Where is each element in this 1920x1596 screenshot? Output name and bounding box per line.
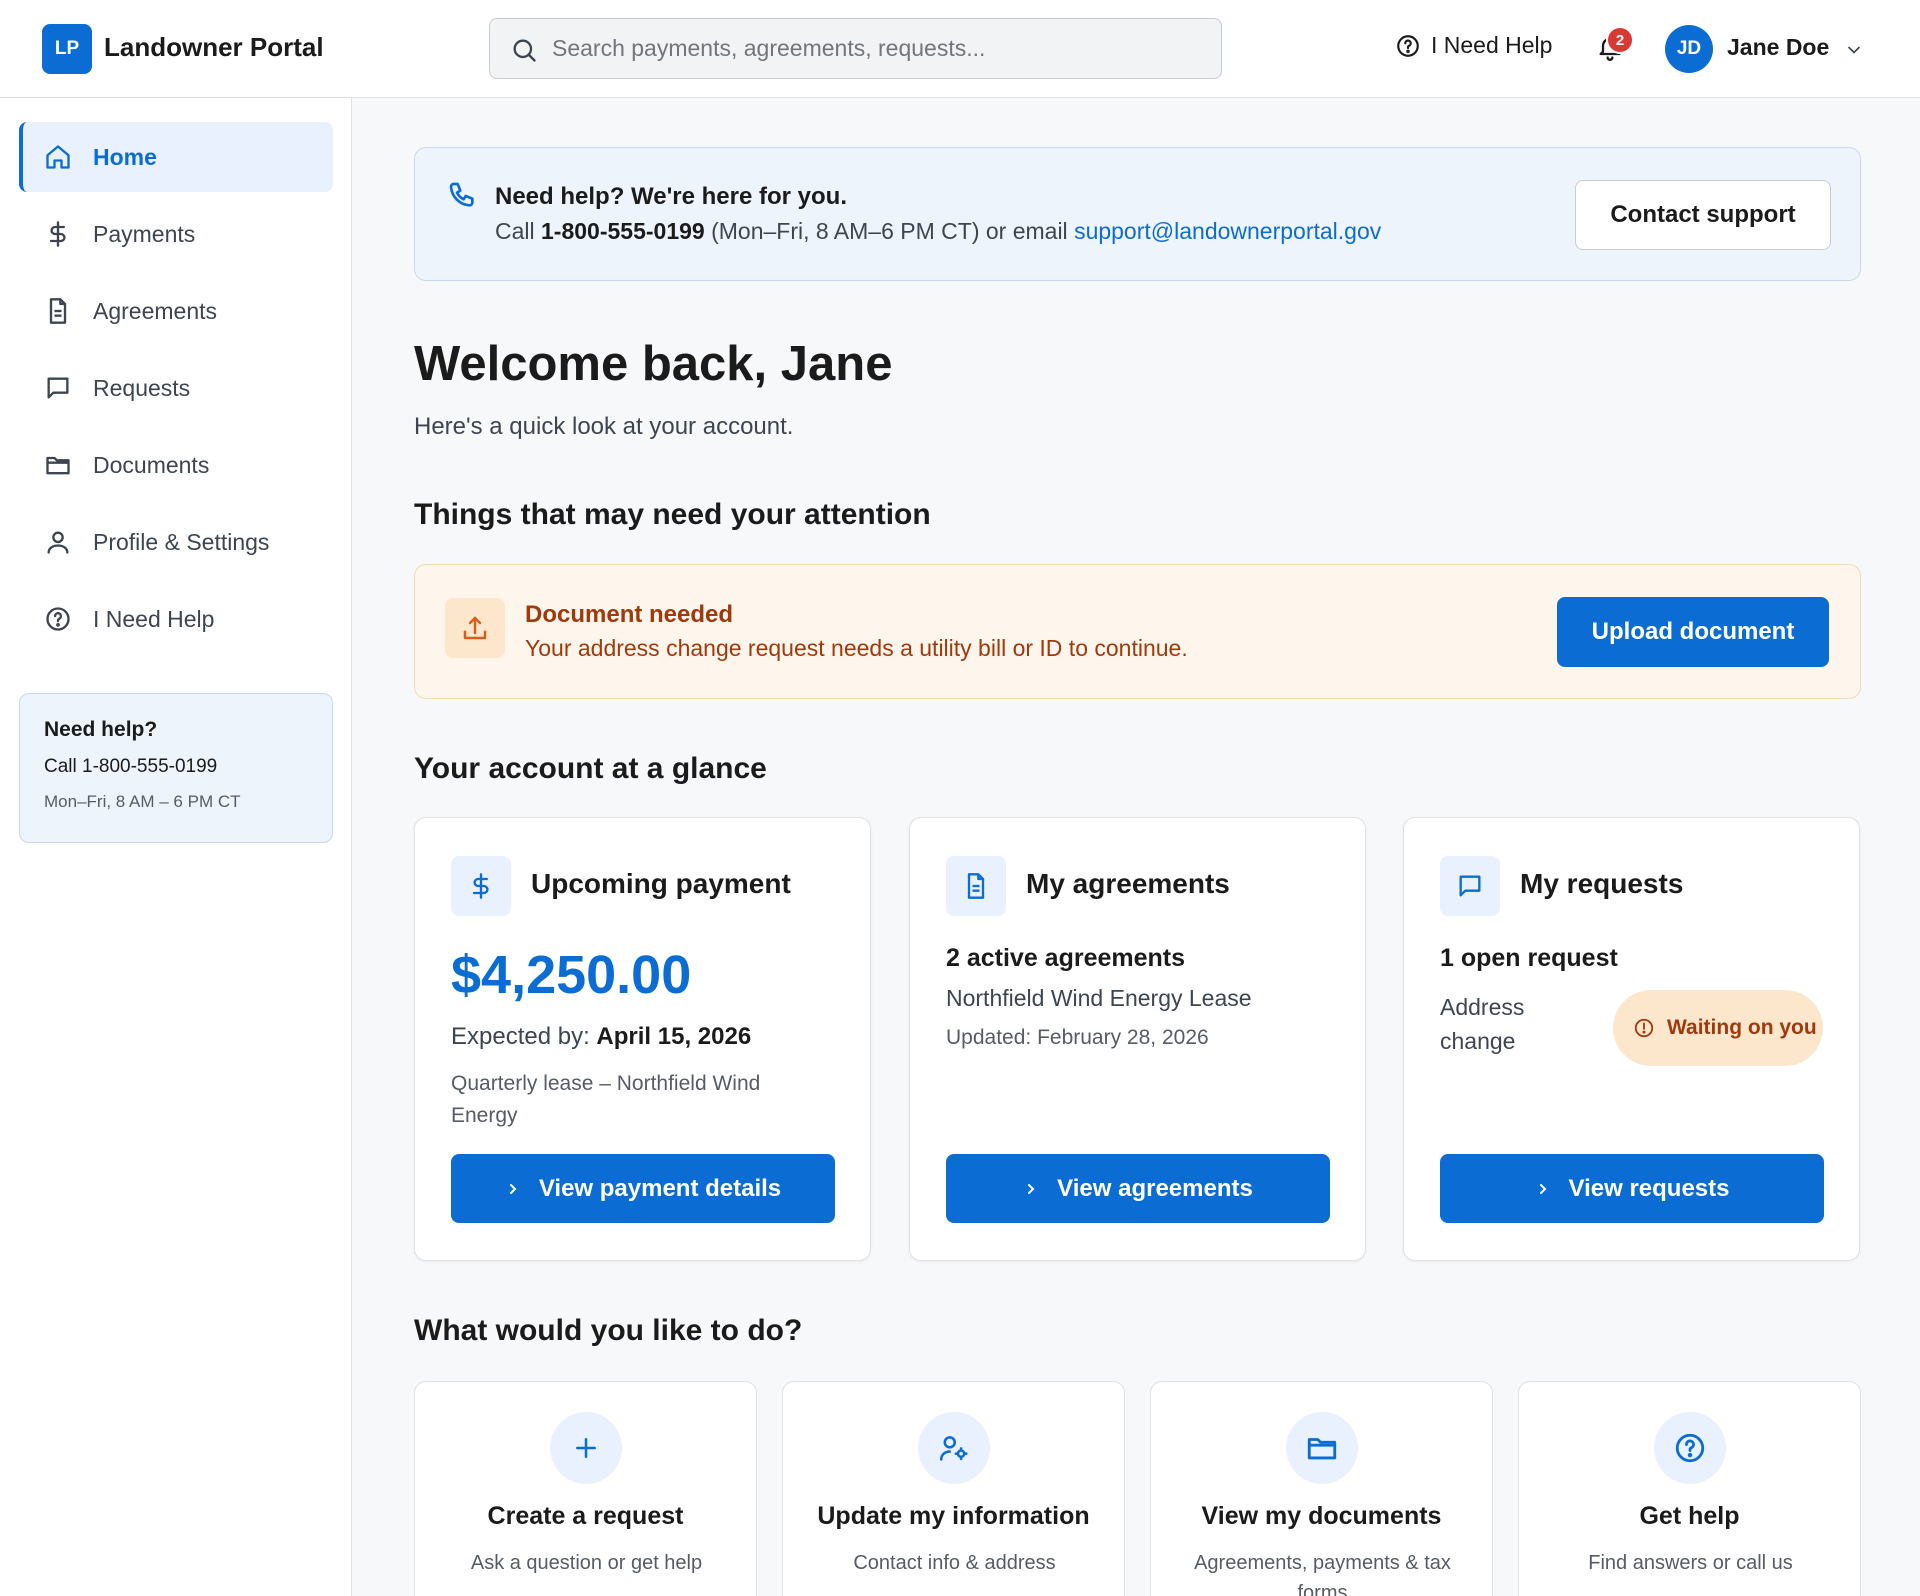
chevron-down-icon[interactable] xyxy=(1844,40,1864,60)
search-box[interactable] xyxy=(489,18,1222,79)
notification-badge: 2 xyxy=(1606,26,1634,54)
action-title: Create a request xyxy=(487,1502,684,1530)
sidebar-help-hours: Mon–Fri, 8 AM – 6 PM CT xyxy=(44,792,241,811)
chat-icon xyxy=(1440,856,1500,916)
my-requests-card: My requests 1 open request Address chang… xyxy=(1403,817,1860,1261)
sidebar-item-profile-settings[interactable]: Profile & Settings xyxy=(19,507,333,577)
sidebar-item-agreements[interactable]: Agreements xyxy=(19,276,333,346)
payment-amount: $4,250.00 xyxy=(451,945,692,1005)
phone-icon xyxy=(447,180,479,212)
card-title: My requests xyxy=(1520,868,1684,899)
help-icon xyxy=(1395,33,1421,59)
view-payment-details-button[interactable]: View payment details xyxy=(451,1154,835,1223)
sidebar-help-title: Need help? xyxy=(44,718,158,741)
agreement-name: Northfield Wind Energy Lease xyxy=(946,985,1252,1011)
sidebar-item-label: Agreements xyxy=(93,297,218,324)
page-subtitle: Here's a quick look at your account. xyxy=(414,413,794,440)
sidebar-item-payments[interactable]: Payments xyxy=(19,199,333,269)
sidebar-item-label: Documents xyxy=(93,451,210,478)
sidebar-item-documents[interactable]: Documents xyxy=(19,430,333,500)
chevron-right-icon xyxy=(505,1181,521,1197)
sidebar-item-label: Profile & Settings xyxy=(93,528,270,555)
view-requests-button[interactable]: View requests xyxy=(1440,1154,1824,1223)
chevron-right-icon xyxy=(1023,1181,1039,1197)
alert-title: Document needed xyxy=(525,601,734,628)
user-settings-icon xyxy=(918,1412,990,1484)
folder-icon xyxy=(1286,1412,1358,1484)
dollar-icon xyxy=(451,856,511,916)
contact-support-button[interactable]: Contact support xyxy=(1575,180,1831,250)
sidebar-item-home[interactable]: Home xyxy=(19,122,333,192)
glance-heading: Your account at a glance xyxy=(414,752,767,785)
help-banner-text: Call 1-800-555-0199 (Mon–Fri, 8 AM–6 PM … xyxy=(495,218,1382,244)
agreements-count: 2 active agreements xyxy=(946,944,1186,972)
sidebar-item-label: Home xyxy=(93,143,157,170)
folder-icon xyxy=(43,450,73,480)
chat-icon xyxy=(43,373,73,403)
upload-icon xyxy=(445,598,505,658)
action-description: Find answers or call us xyxy=(1588,1552,1793,1574)
view-documents-action[interactable]: View my documents Agreements, payments &… xyxy=(1150,1381,1493,1596)
sidebar-item-label: Payments xyxy=(93,220,196,247)
create-request-action[interactable]: Create a request Ask a question or get h… xyxy=(414,1381,757,1596)
my-agreements-card: My agreements 2 active agreements Northf… xyxy=(909,817,1366,1261)
chevron-right-icon xyxy=(1535,1181,1551,1197)
search-input[interactable] xyxy=(552,19,1202,78)
upload-document-button[interactable]: Upload document xyxy=(1557,597,1829,667)
sidebar-item-help[interactable]: I Need Help xyxy=(19,584,333,654)
payment-description: Quarterly lease – Northfield Wind Energy xyxy=(451,1072,761,1127)
sidebar-item-requests[interactable]: Requests xyxy=(19,353,333,423)
action-description: Ask a question or get help xyxy=(470,1552,703,1574)
update-information-action[interactable]: Update my information Contact info & add… xyxy=(782,1381,1125,1596)
help-banner: Need help? We're here for you. Call 1-80… xyxy=(414,147,1861,281)
request-name: Address change xyxy=(1440,994,1525,1054)
actions-heading: What would you like to do? xyxy=(414,1314,803,1347)
logo[interactable]: LP xyxy=(42,24,92,74)
requests-count: 1 open request xyxy=(1440,944,1618,972)
sidebar-item-label: Requests xyxy=(93,374,191,401)
dollar-icon xyxy=(43,219,73,249)
sidebar-help-box: Need help? Call 1-800-555-0199 Mon–Fri, … xyxy=(19,693,333,843)
card-title: My agreements xyxy=(1026,868,1230,899)
user-name[interactable]: Jane Doe xyxy=(1727,34,1829,61)
home-icon xyxy=(43,142,73,172)
alert-text: Your address change request needs a util… xyxy=(525,635,1188,661)
support-email-link[interactable]: support@landownerportal.gov xyxy=(1074,218,1381,244)
top-header: LP Landowner Portal I Need Help 2 JD Jan… xyxy=(0,0,1920,98)
avatar[interactable]: JD xyxy=(1665,25,1713,73)
page-title: Welcome back, Jane xyxy=(414,337,893,391)
help-banner-phone[interactable]: 1-800-555-0199 xyxy=(541,218,705,244)
app-title[interactable]: Landowner Portal xyxy=(104,32,324,63)
get-help-action[interactable]: Get help Find answers or call us xyxy=(1518,1381,1861,1596)
header-help-link[interactable]: I Need Help xyxy=(1395,32,1552,59)
sidebar-item-label: I Need Help xyxy=(93,605,215,632)
help-banner-title: Need help? We're here for you. xyxy=(495,183,848,210)
action-description: Contact info & address xyxy=(853,1552,1056,1574)
agreement-updated: Updated: February 28, 2026 xyxy=(946,1026,1209,1049)
payment-expected-date: Expected by: April 15, 2026 xyxy=(451,1023,752,1050)
document-icon xyxy=(43,296,73,326)
search-icon xyxy=(510,36,538,64)
document-needed-alert: Document needed Your address change requ… xyxy=(414,564,1861,699)
upcoming-payment-card: Upcoming payment $4,250.00 Expected by: … xyxy=(414,817,871,1261)
action-description: Agreements, payments & tax forms xyxy=(1194,1552,1451,1596)
action-title: Update my information xyxy=(817,1502,1090,1530)
alert-circle-icon xyxy=(1633,1017,1655,1039)
attention-heading: Things that may need your attention xyxy=(414,498,931,531)
card-title: Upcoming payment xyxy=(531,868,791,899)
help-icon xyxy=(43,604,73,634)
user-icon xyxy=(43,527,73,557)
help-icon xyxy=(1654,1412,1726,1484)
document-icon xyxy=(946,856,1006,916)
help-link-label: I Need Help xyxy=(1431,32,1553,58)
action-title: View my documents xyxy=(1201,1502,1442,1530)
sidebar-help-phone[interactable]: Call 1-800-555-0199 xyxy=(44,756,308,778)
plus-icon xyxy=(550,1412,622,1484)
action-title: Get help xyxy=(1639,1502,1740,1530)
status-badge: Waiting on you xyxy=(1613,990,1823,1066)
sidebar: Home Payments Agreements Requests Docume… xyxy=(0,98,352,1596)
view-agreements-button[interactable]: View agreements xyxy=(946,1154,1330,1223)
